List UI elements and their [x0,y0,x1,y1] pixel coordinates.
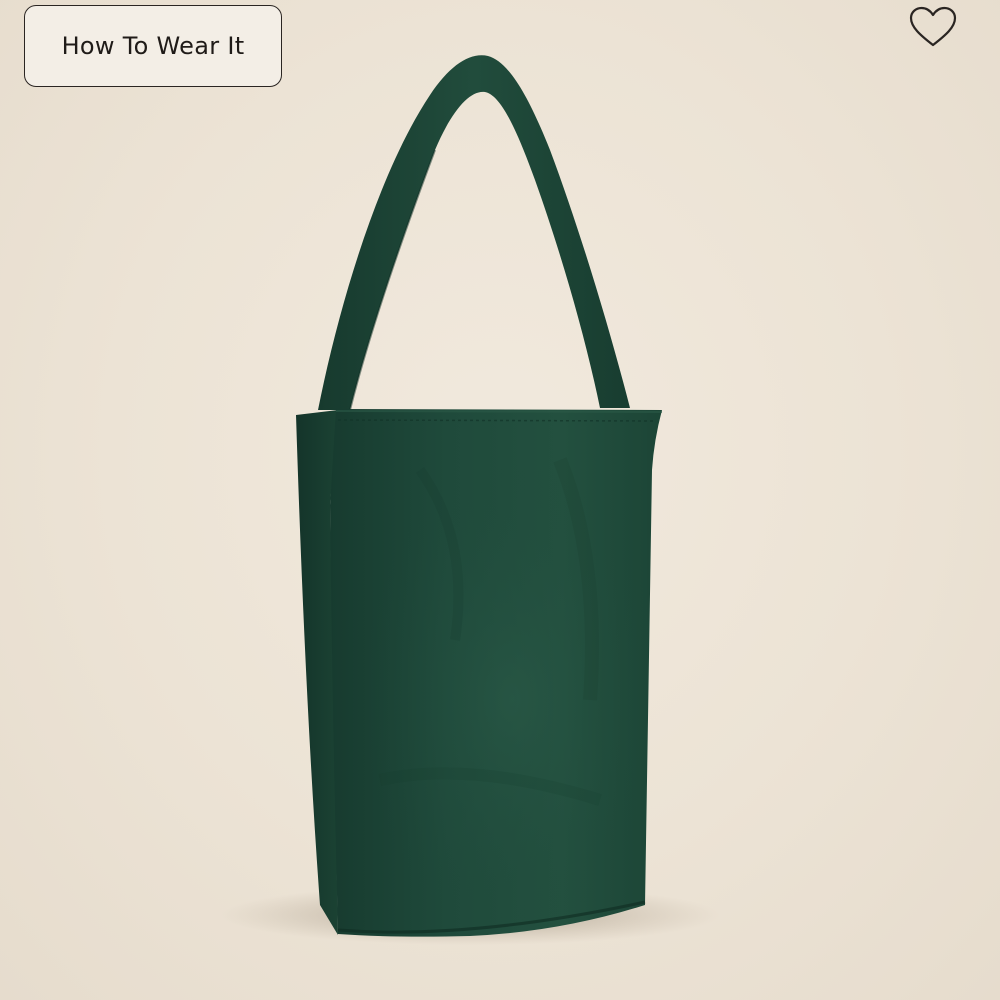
favorite-button[interactable] [903,2,963,52]
heart-outline-icon [909,6,957,47]
product-image [220,55,720,945]
how-to-wear-it-button[interactable]: How To Wear It [24,5,282,87]
product-image-viewer: How To Wear It [0,0,1000,1000]
